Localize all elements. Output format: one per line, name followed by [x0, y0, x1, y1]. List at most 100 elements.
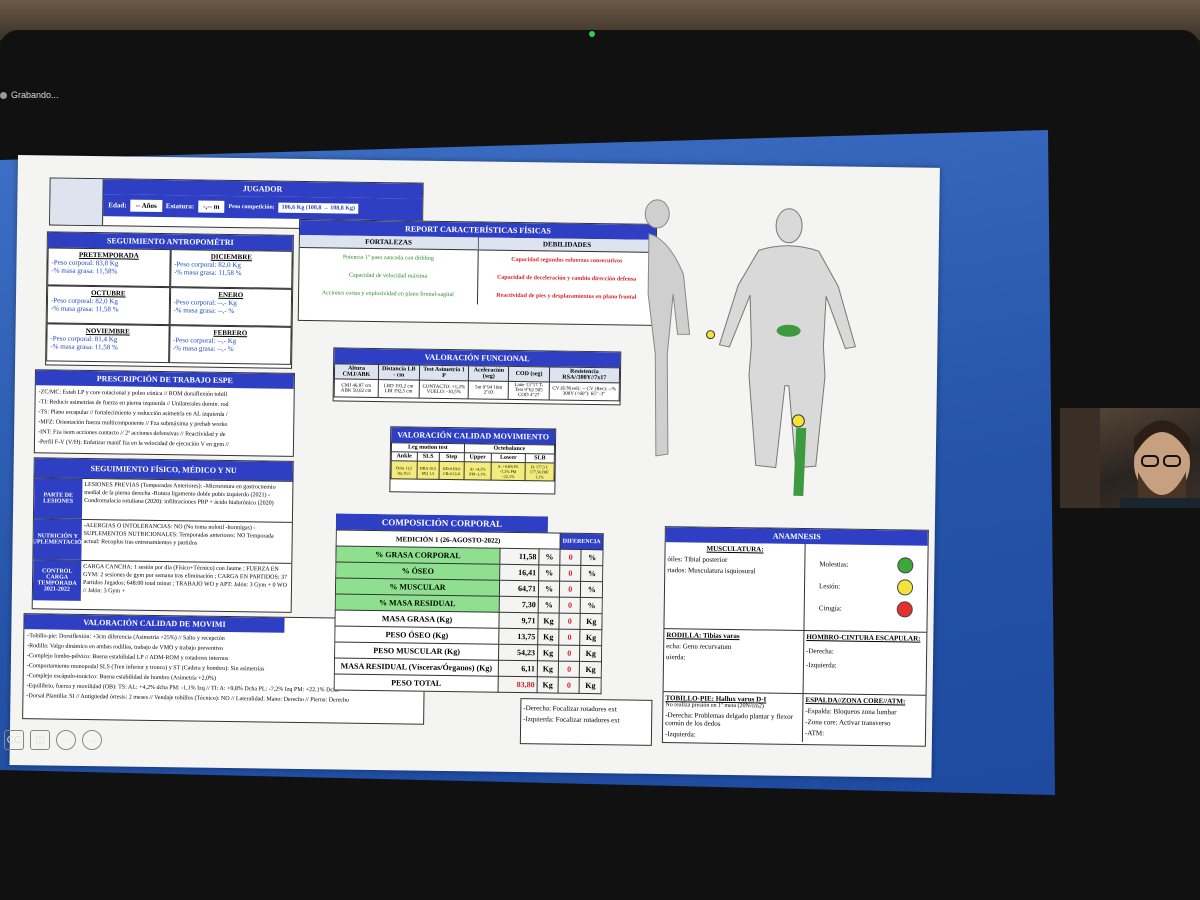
antropometria-cell: NOVIEMBRE -Peso corporal: 81,4 Kg -% masa …: [46, 323, 170, 364]
prescripcion-lines: -ZC/MC: Estab LP y core rotacional y pol…: [35, 385, 294, 453]
anamnesis-line: óiles: Tibial posterior: [667, 555, 728, 564]
hombro-focus-lines: -Derecha: Focalizar rotadores ext -Izquie…: [523, 704, 649, 725]
recording-indicator: Grabando...: [0, 90, 59, 100]
peso-value: 106,6 Kg (100,8 → 108,8 Kg): [278, 202, 359, 214]
estatura-label: Estatura:: [165, 202, 195, 211]
calidad-header: Lower: [491, 453, 526, 463]
masa-grasa: -% masa grasa: --,- %: [173, 306, 235, 316]
next-arrow-icon[interactable]: →: [82, 730, 102, 750]
funcional-value: Lane 13"17 T-Test 9"62 505 COD 4"27: [508, 381, 550, 400]
report-block: REPORT CARACTERÍSTICAS FÍSICAS FORTALEZA…: [297, 218, 658, 326]
masa-grasa: -% masa grasa: 11,58 %: [50, 304, 119, 314]
composicion-unit: %: [538, 564, 560, 582]
calidad-value: Dcha 11,5 Izq 10,5: [391, 460, 417, 480]
funcional-header: Resistencia RSA//300Y//7x17: [549, 366, 620, 383]
back-figure: [718, 208, 857, 469]
composicion-value: 16,41: [499, 564, 539, 581]
composicion-diff: 0: [558, 645, 581, 662]
body-diagram: [644, 199, 857, 496]
anamnesis-line: -Izquierda:: [664, 730, 696, 739]
knee-marker: [791, 414, 805, 428]
recording-label: Grabando...: [11, 90, 59, 100]
hombro-line: -Derecha:: [806, 647, 834, 656]
composicion-diff-unit: %: [581, 565, 603, 582]
composicion-block: COMPOSICIÓN CORPORAL MEDICIÓN 1 (26-AGOS…: [334, 513, 604, 695]
espalda-line: -Zona core: Activar transverso: [805, 718, 891, 728]
composicion-diff: 0: [558, 677, 580, 694]
legend-row: Lesión:: [819, 578, 914, 596]
masa-grasa: -% masa grasa: 11,58 %: [50, 342, 118, 352]
prescripcion-line: -Perfil F-V (V/H): Enfatizar manif fza e…: [37, 439, 229, 448]
fortaleza-item: Acciones cortas y explosividad en plano …: [321, 290, 454, 299]
seguimiento-block: SEGUIMIENTO FÍSICO, MÉDICO Y NU PARTE DE…: [31, 457, 294, 613]
composicion-row: PESO TOTAL 83,80 Kg 0 Kg: [334, 673, 602, 694]
antropometria-grid: PRETEMPORADA -Peso corporal: 83,8 Kg -% ma…: [46, 247, 293, 365]
funcional-value: LBD 193,2 cm LBI 192,5 cm: [377, 379, 419, 399]
anamnesis-line: rtados: Musculatura isquiosural: [667, 566, 756, 576]
legend-label: Lesión:: [819, 582, 841, 591]
composicion-unit: Kg: [537, 612, 560, 630]
legend-row: Cirugía:: [819, 600, 913, 618]
captions-button[interactable]: CC: [4, 730, 24, 750]
composicion-diff-unit: Kg: [579, 661, 602, 678]
prescripcion-block: PRESCRIPCIÓN DE TRABAJO ESPE -ZC/MC: Est…: [33, 369, 295, 457]
cirugia-icon: [896, 601, 913, 618]
legend-label: Molestias:: [819, 560, 849, 569]
hombro-line: -Izquierda:: [805, 661, 837, 670]
composicion-diff: 0: [559, 549, 582, 566]
composicion-unit: %: [538, 580, 560, 598]
seguimiento-row-label: CONTROL CARGA TEMPORADA 2021-2022: [32, 560, 82, 601]
masa-grasa: -% masa grasa: 11,58 %: [173, 268, 242, 278]
anamnesis-line: -Derecha: Problemas delgado plantar y fl…: [665, 711, 793, 728]
funcional-value: 5m 0"94 10m 2"03: [468, 380, 509, 400]
funcional-value: CV (E/Nivel): -- CV (Rec): --% 300Y (<60…: [548, 381, 620, 401]
rodilla-label: RODILLA: Tibias varas: [666, 631, 740, 641]
calidad-header: SLS: [416, 452, 440, 462]
calidad-value: A: +9,8% PL -7,2% PM +22,1%: [491, 462, 526, 481]
composicion-unit: Kg: [537, 644, 559, 662]
musculatura-lines: óiles: Tibial posterior rtados: Musculatu…: [667, 555, 802, 576]
composicion-value: 64,71: [499, 580, 539, 597]
composicion-value: 9,71: [498, 612, 539, 629]
composicion-diff-unit: Kg: [579, 645, 602, 662]
anamnesis-line: echa: Genu recurvatum: [666, 642, 732, 652]
composicion-value: 11,58: [499, 548, 540, 565]
calidad-header: SLB: [525, 453, 555, 464]
calidad-movimiento-block: VALORACIÓN CALIDAD MOVIMIENTO Leg motion…: [389, 426, 557, 495]
composicion-value: 54,23: [498, 644, 538, 661]
diferencia-label: DIFERENCIA: [560, 533, 604, 550]
masa-grasa: -% masa grasa: 11,58%: [51, 266, 118, 276]
photo-placeholder: [50, 178, 104, 226]
funcional-header: Altura CMJ/ABK: [334, 363, 379, 380]
composicion-unit: %: [538, 548, 561, 566]
calidad-header: Step: [439, 452, 465, 462]
composicion-unit: %: [538, 596, 560, 614]
seguimiento-row: NUTRICIÓN Y SUPLEMENTACIÓN -ALERGIAS O IN…: [32, 518, 292, 563]
composicion-table: MEDICIÓN 1 (26-AGOSTO-2022) DIFERENCIA %…: [334, 529, 604, 694]
masa-grasa: -% masa grasa: --,- %: [172, 344, 234, 354]
espalda-line: -ATM:: [804, 729, 825, 738]
calidad-header: Upper: [464, 452, 492, 463]
more-options-icon[interactable]: ⋯: [56, 730, 76, 750]
composicion-value: 7,30: [499, 596, 539, 613]
legend-row: Molestias:: [819, 556, 914, 574]
funcional-value: CMJ 46,87 cm ABK 50,62 cm: [334, 378, 379, 398]
composicion-diff: 0: [559, 597, 581, 614]
rodilla-lines: echa: Genu recurvatum uierda:: [666, 642, 801, 663]
funcional-value: CONTACTO: +1,2% VUELO: -10,5%: [418, 380, 469, 399]
seguimiento-row-text: LESIONES PREVIAS (Temporadas Anteriores)…: [84, 481, 276, 507]
funcional-block: VALORACIÓN FUNCIONAL Altura CMJ/ABK Dista…: [332, 347, 622, 406]
composicion-diff-unit: %: [581, 549, 604, 566]
hombro-label: HOMBRO-CINTURA ESCAPULAR:: [806, 633, 921, 643]
webcam-thumbnail[interactable]: [1060, 408, 1200, 508]
record-icon: [0, 91, 7, 99]
camera-off-icon[interactable]: ◫: [30, 730, 50, 750]
composicion-diff: 0: [559, 565, 582, 582]
meeting-controls: CC ◫ ⋯ →: [4, 730, 102, 750]
camera-indicator-icon: [589, 31, 595, 37]
composicion-diff-unit: Kg: [580, 613, 603, 630]
seguimiento-row-label: NUTRICIÓN Y SUPLEMENTACIÓN: [32, 519, 86, 560]
peso-label: Peso competición:: [228, 203, 275, 211]
hombro-focus-line: -Izquierda: Focalizar rotadores ext: [523, 715, 620, 725]
calidad-movimiento-table: Leg motion test Octebalance Ankle SLS Step…: [391, 442, 556, 482]
